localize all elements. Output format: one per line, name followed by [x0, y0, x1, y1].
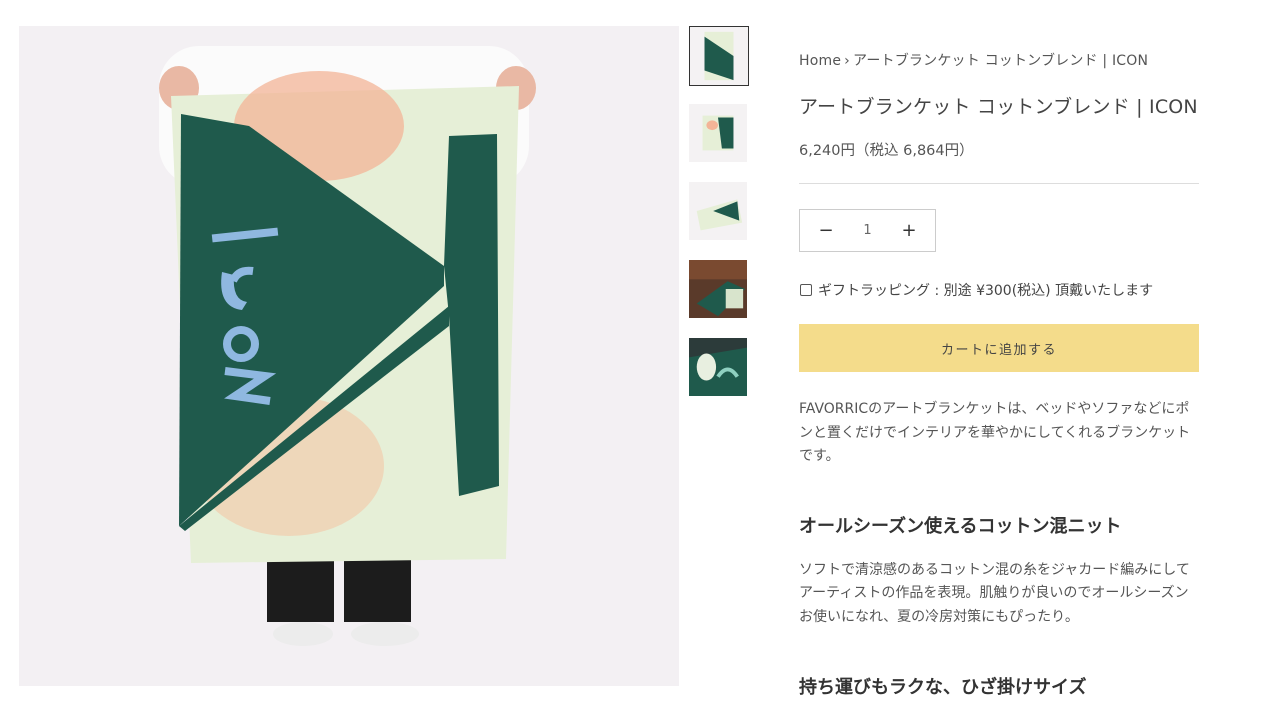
gift-wrapping-checkbox[interactable]: [800, 284, 812, 296]
thumbnail-4[interactable]: [689, 260, 747, 318]
breadcrumb-current: アートブランケット コットンブレンド | ICON: [852, 53, 1149, 69]
quantity-value[interactable]: 1: [863, 223, 871, 238]
thumbnail-list: [689, 26, 749, 416]
section-body-cotton-knit: ソフトで清涼感のあるコットン混の糸をジャカード編みにしてアーティストの作品を表現…: [799, 561, 1190, 625]
blanket-photo: [19, 26, 679, 686]
gift-wrapping-label: ギフトラッピング : 別途 ¥300(税込) 頂戴いたします: [818, 283, 1154, 299]
product-info: Home › アートブランケット コットンブレンド | ICON アートブランケット…: [799, 50, 1199, 699]
thumbnail-1[interactable]: [689, 26, 749, 86]
thumbnail-3[interactable]: [689, 182, 747, 240]
product-title: アートブランケット コットンブレンド | ICON: [799, 96, 1198, 118]
minus-icon[interactable]: −: [818, 220, 834, 241]
section-heading-lap-size: 持ち運びもラクな、ひざ掛けサイズ: [799, 677, 1087, 698]
quantity-stepper: − 1 +: [799, 209, 936, 252]
divider: [799, 183, 1199, 184]
product-description: FAVORRICのアートブランケットは、ベッドやソファなどにポンと置くだけでイン…: [799, 401, 1191, 464]
breadcrumb-home-link[interactable]: Home: [799, 53, 841, 69]
section-heading-cotton-knit: オールシーズン使えるコットン混ニット: [799, 515, 1122, 537]
breadcrumb: Home › アートブランケット コットンブレンド | ICON: [799, 50, 1199, 70]
add-to-cart-button[interactable]: カートに追加する: [799, 324, 1199, 372]
main-product-image[interactable]: [19, 26, 679, 686]
product-price: 6,240円（税込 6,864円）: [799, 143, 974, 159]
plus-icon[interactable]: +: [901, 220, 917, 241]
thumbnail-5[interactable]: [689, 338, 747, 396]
gift-wrapping-option[interactable]: ギフトラッピング : 別途 ¥300(税込) 頂戴いたします: [799, 280, 1199, 300]
thumbnail-2[interactable]: [689, 104, 747, 162]
breadcrumb-separator: ›: [844, 53, 850, 69]
